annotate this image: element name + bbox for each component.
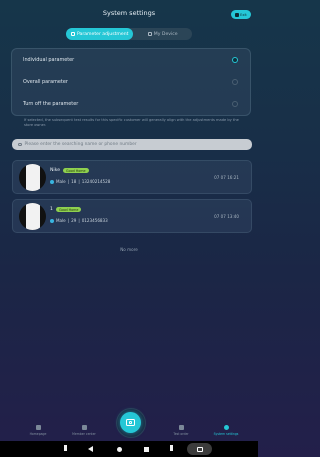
recents-icon[interactable] [144, 446, 149, 452]
customer-gender: Male [56, 218, 66, 223]
exit-label: Exit [240, 12, 247, 17]
nav-label: System settings [213, 432, 239, 436]
device-icon [147, 32, 152, 36]
search-input[interactable]: Please enter the searching name or phone… [12, 139, 252, 150]
option-label: Turn off the parameter [23, 101, 79, 107]
customer-card[interactable]: Nike Good Home Male | 18 | 13240214528 0… [12, 160, 252, 194]
tab-label: Parameter adjustment [76, 31, 129, 37]
nav-label: Homepage [29, 432, 47, 436]
parameter-options-panel: Individual parameter Overall parameter T… [11, 48, 251, 116]
order-icon [178, 425, 184, 430]
nav-homepage[interactable]: Homepage [18, 425, 58, 436]
nav-label: Test order [173, 432, 189, 436]
customer-time: 07 07 13:40 [214, 214, 239, 219]
volume-down-icon[interactable] [64, 445, 67, 451]
option-overall-parameter[interactable]: Overall parameter [23, 72, 238, 92]
page-title: System settings [102, 9, 156, 17]
nav-label: Member center [72, 432, 96, 436]
male-icon [50, 179, 54, 184]
volume-up-icon[interactable] [170, 445, 173, 451]
customer-age: 29 [71, 218, 77, 223]
customer-phone: 13240214528 [81, 179, 111, 184]
radio-icon[interactable] [232, 79, 238, 85]
avatar [19, 164, 46, 191]
parameter-note: If selected, the subsequent test results… [24, 118, 239, 127]
tab-parameter-adjustment[interactable]: Parameter adjustment [66, 28, 134, 40]
screenshot-icon [196, 446, 203, 452]
system-nav-bar [0, 441, 258, 457]
option-individual-parameter[interactable]: Individual parameter [23, 50, 238, 70]
option-label: Overall parameter [23, 79, 68, 85]
customer-time: 07 07 16:21 [214, 175, 239, 180]
option-label: Individual parameter [23, 57, 75, 63]
no-more-label: No more [120, 247, 138, 252]
male-icon [50, 218, 54, 223]
search-icon [18, 142, 22, 147]
tab-my-device[interactable]: My Device [133, 28, 192, 40]
search-placeholder: Please enter the searching name or phone… [24, 142, 137, 147]
customer-name: 1 [50, 207, 53, 212]
member-icon [81, 425, 87, 430]
option-turn-off-parameter[interactable]: Turn off the parameter [23, 94, 238, 114]
home-icon [35, 425, 41, 430]
tab-label: My Device [153, 31, 178, 37]
customer-badge: Good Home [63, 168, 89, 173]
exit-button[interactable]: Exit [231, 10, 251, 19]
camera-button[interactable] [120, 412, 141, 433]
home-circle-icon[interactable] [117, 446, 122, 452]
customer-gender: Male [56, 179, 66, 184]
nav-member-center[interactable]: Member center [64, 425, 104, 436]
nav-test-order[interactable]: Test order [161, 425, 201, 436]
radio-icon[interactable] [232, 101, 238, 107]
avatar [19, 203, 46, 230]
customer-badge: Good Home [55, 207, 82, 212]
customer-card[interactable]: 1 Good Home Male | 29 | 0123456833 07 07… [12, 199, 252, 233]
nav-system-settings[interactable]: System settings [206, 425, 246, 436]
customer-age: 18 [71, 179, 77, 184]
screenshot-button[interactable] [187, 443, 212, 455]
customer-name: Nike [50, 168, 61, 173]
customer-phone: 0123456833 [81, 218, 108, 223]
settings-icon [223, 425, 229, 430]
exit-icon [235, 12, 240, 17]
parameter-icon [70, 32, 75, 36]
radio-selected-icon[interactable] [232, 57, 238, 63]
back-icon[interactable] [88, 445, 93, 452]
camera-icon [126, 419, 135, 426]
settings-tabs: Parameter adjustment My Device [66, 28, 192, 40]
